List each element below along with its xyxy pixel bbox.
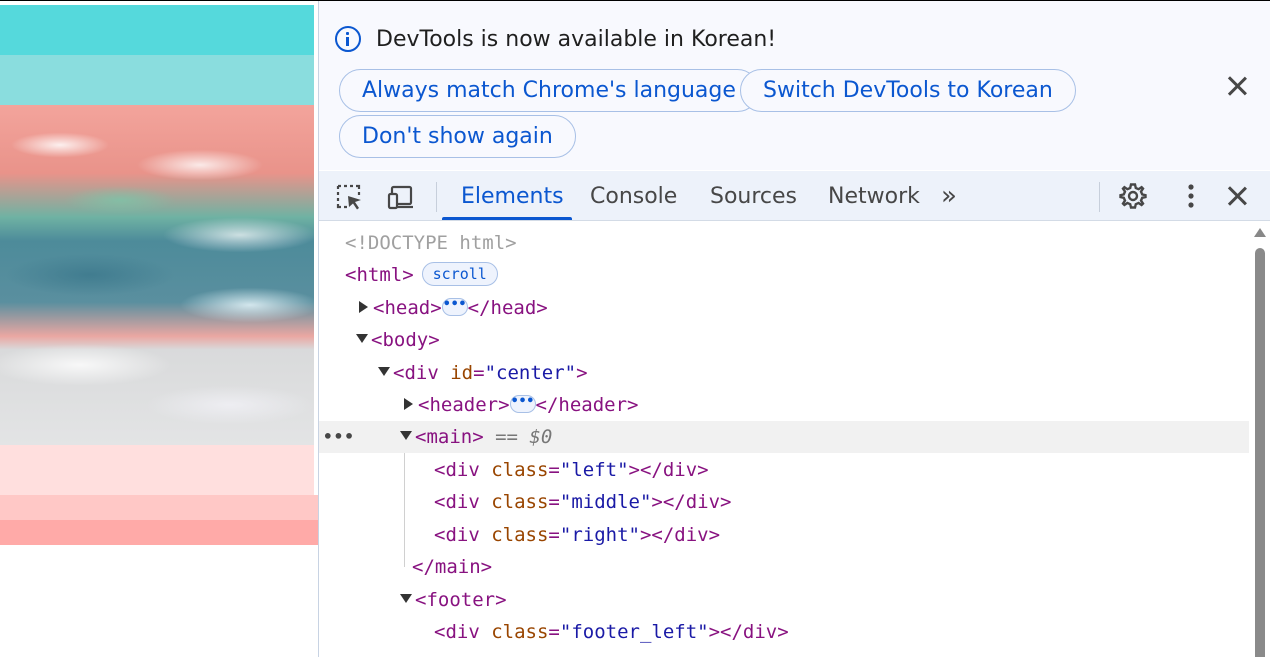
page-preview [0, 1, 318, 657]
tree-row-doctype[interactable]: <!DOCTYPE html> [319, 227, 1249, 259]
div-open-tag: <div [434, 524, 480, 546]
div-open-tag: <div [434, 621, 480, 643]
div-open-tag: <div [434, 491, 480, 513]
scroll-badge[interactable]: scroll [421, 261, 498, 286]
html-open-tag: <html> [345, 264, 414, 286]
device-toolbar-icon[interactable] [387, 183, 415, 211]
tab-network[interactable]: Network [828, 171, 920, 220]
match-chrome-language-button[interactable]: Always match Chrome's language [339, 69, 759, 112]
div-close-tag: ></div> [628, 459, 709, 481]
expand-arrow-icon[interactable] [359, 300, 368, 313]
tab-elements[interactable]: Elements [461, 171, 564, 220]
tree-row-body[interactable]: <body> [319, 324, 1249, 356]
main-close-tag: </main> [412, 556, 493, 578]
equals-sign: = [473, 362, 485, 384]
inspect-element-icon[interactable] [335, 183, 363, 211]
devtools-panel: DevTools is now available in Korean! Alw… [318, 1, 1270, 657]
scroll-up-arrow-icon[interactable] [1254, 228, 1266, 237]
doctype-text: <!DOCTYPE html> [345, 232, 517, 254]
language-infobar: DevTools is now available in Korean! Alw… [319, 1, 1270, 170]
equals-sign: = [548, 524, 560, 546]
tag-close-bracket: > [576, 362, 588, 384]
tree-row-div-center[interactable]: <div id="center"> [319, 357, 1249, 389]
class-attribute-name: class [491, 524, 549, 546]
toolbar-divider [436, 182, 437, 212]
collapse-arrow-icon[interactable] [400, 594, 412, 603]
collapsed-content-ellipsis[interactable]: ••• [509, 394, 536, 413]
preview-band-teal [0, 5, 314, 55]
tree-row-main-close[interactable]: </main> [319, 551, 1249, 583]
elements-dom-tree: <!DOCTYPE html> <html> scroll <head>•••</… [319, 222, 1255, 657]
infobar-close-icon[interactable] [1226, 75, 1248, 97]
devtools-toolbar: Elements Console Sources Network » [319, 171, 1270, 221]
tree-row-div-middle[interactable]: <div class="middle"></div> [319, 486, 1249, 518]
expand-arrow-icon[interactable] [404, 397, 413, 410]
selected-node-reference: == $0 [495, 426, 553, 448]
ocean-wave-image [0, 105, 314, 445]
tree-row-div-left[interactable]: <div class="left"></div> [319, 454, 1249, 486]
class-attribute-name: class [491, 491, 549, 513]
collapse-arrow-icon[interactable] [356, 334, 368, 343]
tree-row-head[interactable]: <head>•••</head> [319, 292, 1249, 324]
id-attribute-value: "center" [484, 362, 577, 384]
head-close-tag: </head> [467, 297, 548, 319]
tree-row-footer[interactable]: <footer> [319, 584, 1249, 616]
class-attribute-value: "right" [559, 524, 640, 546]
infobar-message: DevTools is now available in Korean! [376, 27, 777, 52]
equals-sign: = [548, 459, 560, 481]
settings-gear-icon[interactable] [1119, 182, 1147, 210]
div-close-tag: ></div> [651, 491, 732, 513]
preview-band-pale-pink [0, 445, 314, 495]
div-close-tag: ></div> [708, 621, 789, 643]
close-devtools-icon[interactable] [1226, 185, 1248, 207]
class-attribute-value: "left" [559, 459, 629, 481]
tree-row-header[interactable]: <header>•••</header> [319, 389, 1249, 421]
class-attribute-name: class [491, 621, 549, 643]
class-attribute-value: "footer_left" [559, 621, 709, 643]
tab-console[interactable]: Console [590, 171, 677, 220]
info-icon [335, 26, 361, 52]
row-menu-dots-icon[interactable]: ••• [323, 421, 355, 453]
body-open-tag: <body> [371, 329, 440, 351]
dont-show-again-button[interactable]: Don't show again [339, 115, 576, 158]
preview-band-light-teal [0, 55, 314, 105]
collapse-arrow-icon[interactable] [400, 431, 412, 440]
div-open-tag: <div [393, 362, 439, 384]
switch-to-korean-button[interactable]: Switch DevTools to Korean [740, 69, 1076, 112]
head-open-tag: <head> [373, 297, 442, 319]
header-open-tag: <header> [418, 394, 510, 416]
active-tab-indicator [442, 217, 572, 220]
div-open-tag: <div [434, 459, 480, 481]
main-open-tag: <main> [415, 426, 484, 448]
collapsed-content-ellipsis[interactable]: ••• [441, 297, 468, 316]
tree-row-div-footer-left[interactable]: <div class="footer_left"></div> [319, 616, 1249, 648]
preview-band-salmon [0, 520, 318, 545]
more-tabs-chevron-icon[interactable]: » [941, 181, 957, 211]
toolbar-divider-right [1099, 182, 1100, 212]
equals-sign: = [548, 621, 560, 643]
tree-row-div-right[interactable]: <div class="right"></div> [319, 519, 1249, 551]
div-close-tag: ></div> [639, 524, 721, 546]
preview-band-pink [0, 495, 318, 520]
tree-row-html[interactable]: <html> scroll [319, 259, 1249, 291]
id-attribute-name: id [450, 362, 474, 384]
more-options-kebab-icon[interactable] [1177, 182, 1205, 210]
vertical-scrollbar-thumb[interactable] [1255, 248, 1265, 657]
header-close-tag: </header> [535, 394, 639, 416]
equals-sign: = [548, 491, 560, 513]
tab-sources[interactable]: Sources [710, 171, 797, 220]
class-attribute-name: class [491, 459, 549, 481]
class-attribute-value: "middle" [559, 491, 652, 513]
tree-row-main-selected[interactable]: ••• <main> == $0 [319, 421, 1249, 453]
collapse-arrow-icon[interactable] [378, 367, 390, 376]
footer-open-tag: <footer> [415, 589, 507, 611]
